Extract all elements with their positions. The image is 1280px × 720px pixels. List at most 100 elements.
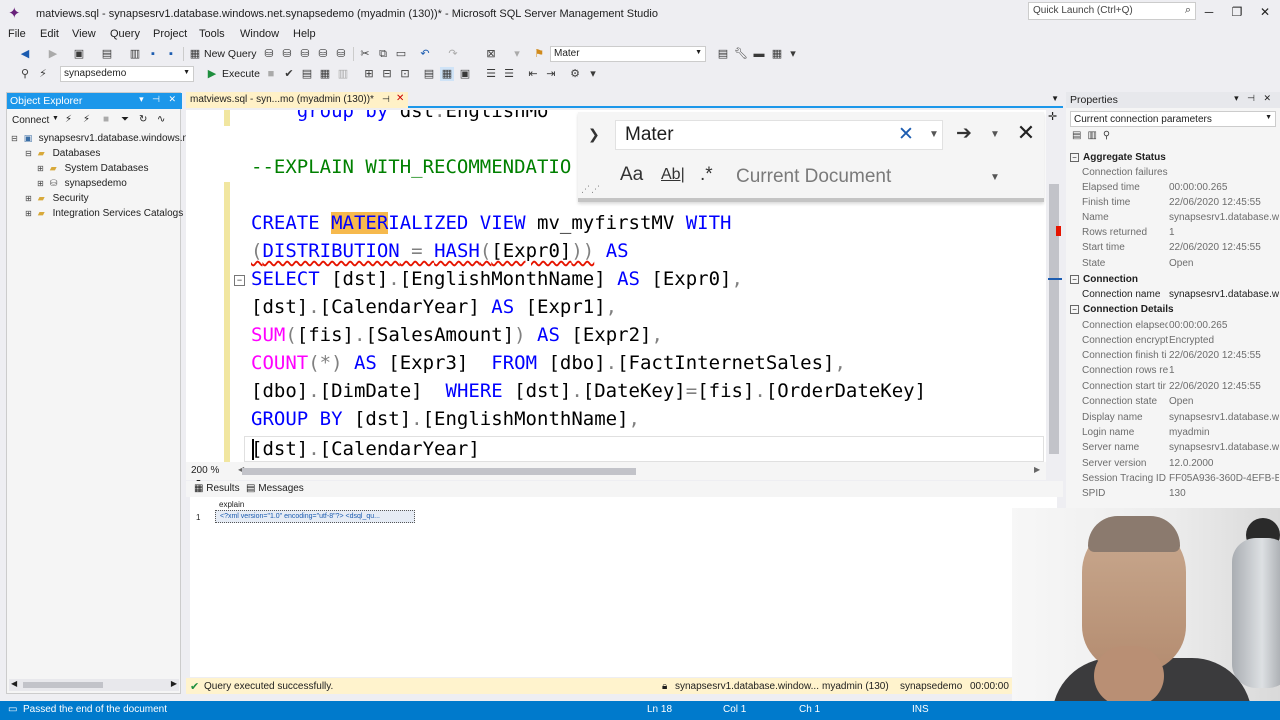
stop-icon[interactable]: ■	[103, 114, 109, 125]
quick-launch-input[interactable]: Quick Launch (Ctrl+Q) ⌕	[1028, 2, 1196, 20]
results-text-icon[interactable]: ▤	[422, 67, 436, 81]
properties-icon[interactable]: ▤	[716, 47, 730, 61]
dax-query-icon[interactable]: ⛁	[334, 47, 348, 61]
chevron-down-icon[interactable]: ▼	[52, 115, 59, 122]
category-connection-details[interactable]: − Connection Details	[1070, 304, 1174, 315]
close-window-icon[interactable]: ✕	[1254, 3, 1276, 21]
code-line[interactable]: COUNT(*) AS [Expr3] FROM [dbo].[FactInte…	[251, 350, 846, 376]
connect-button[interactable]: Connect	[12, 115, 49, 126]
find-next-icon[interactable]: ➔	[956, 122, 972, 145]
client-stats-icon[interactable]: ⊡	[398, 67, 412, 81]
refresh-icon[interactable]: ↻	[139, 114, 147, 125]
code-line[interactable]: [dst].[CalendarYear] AS [Expr1],	[251, 294, 617, 320]
tree-node-server[interactable]: ⊟ ▣ synapsesrv1.database.windows.n	[11, 133, 188, 148]
find-input[interactable]: Mater	[615, 120, 943, 150]
new-query-button[interactable]: New Query	[204, 48, 257, 60]
windows-icon[interactable]: ▦	[770, 47, 784, 61]
split-icon[interactable]: ✛	[1048, 110, 1057, 123]
mdx-query-icon[interactable]: ⛁	[280, 47, 294, 61]
find-next-options-icon[interactable]: ▼	[990, 129, 1000, 140]
use-regex-toggle[interactable]: .*	[700, 164, 713, 186]
undo-icon[interactable]: ↶	[418, 47, 432, 61]
close-find-icon[interactable]: ✕	[1015, 121, 1037, 145]
category-connection[interactable]: − Connection	[1070, 274, 1138, 285]
expand-icon[interactable]: ⊞	[37, 164, 47, 173]
comment-icon[interactable]: ☰	[484, 67, 498, 81]
include-plan-icon[interactable]: ⊞	[362, 67, 376, 81]
wrench-icon[interactable]: 🔧︎	[734, 47, 748, 61]
forward-icon[interactable]: ▶	[46, 47, 60, 61]
scroll-right-icon[interactable]: ▶	[1034, 465, 1040, 474]
clear-search-icon[interactable]: ✕	[898, 123, 914, 146]
menu-project[interactable]: Project	[153, 28, 187, 40]
tab-results[interactable]: ▦ Results	[194, 483, 240, 494]
xmla-query-icon[interactable]: ⛁	[316, 47, 330, 61]
code-line[interactable]: SUM([fis].[SalesAmount]) AS [Expr2],	[251, 322, 663, 348]
tree-node-synapsedemo[interactable]: ⊞ ⛁ synapsedemo	[37, 178, 127, 193]
tree-node-databases[interactable]: ⊟ ▰ Databases	[25, 148, 100, 163]
disconnect-icon[interactable]: ⚡︎	[83, 114, 90, 125]
column-header[interactable]: explain	[219, 500, 244, 509]
code-line[interactable]: SELECT [dst].[EnglishMonthName] AS [Expr…	[251, 266, 743, 292]
tree-node-integration-services[interactable]: ⊞ ▰ Integration Services Catalogs	[25, 208, 183, 223]
scroll-left-icon[interactable]: ◀	[11, 679, 17, 688]
copy-icon[interactable]: ⧉	[376, 47, 390, 61]
menu-help[interactable]: Help	[293, 28, 316, 40]
new-query-icon[interactable]: ▦	[188, 47, 202, 61]
panel-controls[interactable]: ▾ ⊣ ✕	[1234, 93, 1274, 104]
results-grid-icon[interactable]: ▦	[440, 67, 454, 81]
back-icon[interactable]: ◀	[18, 47, 32, 61]
dropdown-icon[interactable]: ▾	[510, 47, 524, 61]
code-line[interactable]: [dbo].[DimDate] WHERE [dst].[DateKey]=[f…	[251, 378, 926, 404]
collapse-icon[interactable]: −	[234, 275, 245, 286]
scrollbar-thumb[interactable]	[1049, 184, 1059, 454]
collapse-icon[interactable]: ⊟	[25, 149, 35, 158]
indent-icon[interactable]: ⇥	[544, 67, 558, 81]
collapse-icon[interactable]: −	[1070, 153, 1079, 162]
editor-vertical-scrollbar[interactable]: ✛	[1046, 110, 1062, 462]
search-history-icon[interactable]: ▼	[929, 129, 939, 140]
connect-object-icon[interactable]: ⚡︎	[65, 114, 72, 125]
dropdown-icon[interactable]: ▾	[786, 47, 800, 61]
live-stats-icon[interactable]: ⊟	[380, 67, 394, 81]
uncomment-icon[interactable]: ☰	[502, 67, 516, 81]
tree-node-system-databases[interactable]: ⊞ ▰ System Databases	[37, 163, 149, 178]
scroll-right-icon[interactable]: ▶	[171, 679, 177, 688]
db-query-icon[interactable]: ⛁	[262, 47, 276, 61]
toolbox-icon[interactable]: ▬	[752, 47, 766, 61]
zoom-select[interactable]: 200 % ▼	[189, 464, 235, 486]
match-case-toggle[interactable]: Aa	[620, 164, 643, 186]
change-connection-icon[interactable]: ⚡︎	[36, 67, 50, 81]
activity-monitor-icon[interactable]: ∿	[157, 114, 165, 125]
xml-result-link[interactable]: <?xml version="1.0" encoding="utf-8"?> <…	[215, 510, 415, 523]
maximize-icon[interactable]: ❐	[1226, 3, 1248, 21]
save-icon[interactable]: ▪	[146, 47, 160, 61]
code-line[interactable]: [dst].[CalendarYear]	[251, 436, 480, 462]
category-aggregate-status[interactable]: − Aggregate Status	[1070, 152, 1166, 163]
expand-icon[interactable]: ⊞	[25, 194, 35, 203]
query-designer-icon[interactable]: ▦	[318, 67, 332, 81]
filter-icon[interactable]: ⏷	[121, 114, 129, 125]
menu-view[interactable]: View	[72, 28, 96, 40]
redo-icon[interactable]: ↷	[446, 47, 460, 61]
panel-controls[interactable]: ▾ ⊣ ✕	[139, 94, 179, 105]
tree-node-security[interactable]: ⊞ ▰ Security	[25, 193, 89, 208]
specify-values-icon[interactable]: ⚙	[568, 67, 582, 81]
connect-icon[interactable]: ⚲	[18, 67, 32, 81]
stop-icon[interactable]: ■	[264, 67, 278, 81]
properties-object-select[interactable]: Current connection parameters ▼	[1070, 111, 1276, 127]
chevron-down-icon[interactable]: ▼	[990, 172, 1000, 183]
tab-overflow-icon[interactable]: ▼	[1051, 94, 1059, 103]
navigate-icon[interactable]: ⊠	[484, 47, 498, 61]
expand-icon[interactable]: ⊞	[25, 209, 35, 218]
code-line[interactable]: group by dst.EnglishMo	[251, 110, 549, 124]
menu-window[interactable]: Window	[240, 28, 279, 40]
close-tab-icon[interactable]: ✕	[396, 93, 404, 104]
parse-icon[interactable]: ✔	[282, 67, 296, 81]
code-line-comment[interactable]: --EXPLAIN WITH_RECOMMENDATIO	[251, 154, 571, 180]
categorized-icon[interactable]: ▤	[1072, 130, 1087, 141]
execute-button[interactable]: Execute	[222, 68, 260, 80]
property-pages-icon[interactable]: ⚲	[1103, 130, 1116, 141]
resize-grip-icon[interactable]: ⋰⋰	[581, 184, 601, 195]
minimize-icon[interactable]: ─	[1198, 3, 1220, 21]
